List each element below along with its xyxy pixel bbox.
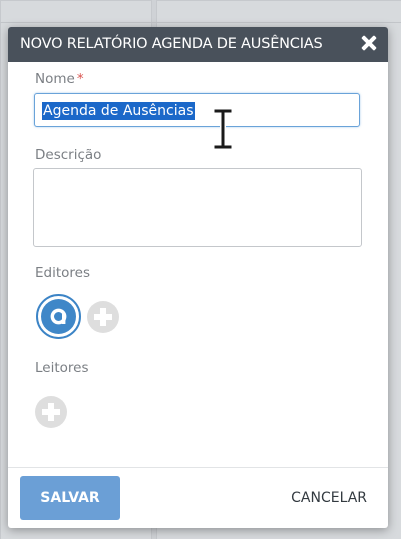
text-cursor-icon xyxy=(213,109,233,149)
editors-label: Editores xyxy=(35,265,90,281)
readers-label: Leitores xyxy=(35,360,89,376)
add-reader-button[interactable] xyxy=(35,396,67,428)
dialog-header: NOVO RELATÓRIO AGENDA DE AUSÊNCIAS xyxy=(8,27,388,62)
save-button[interactable]: SALVAR xyxy=(20,476,120,520)
new-report-dialog: NOVO RELATÓRIO AGENDA DE AUSÊNCIAS Nome *… xyxy=(8,27,388,528)
avatar-badge xyxy=(41,299,76,334)
close-icon[interactable] xyxy=(360,34,378,52)
editor-avatar[interactable] xyxy=(36,294,81,339)
background-divider xyxy=(0,22,401,23)
description-label: Descrição xyxy=(35,147,102,163)
user-avatar-icon xyxy=(50,308,67,325)
add-editor-button[interactable] xyxy=(87,301,119,333)
description-textarea[interactable] xyxy=(33,168,362,247)
footer-divider xyxy=(8,467,388,468)
name-input[interactable]: Agenda de Ausências xyxy=(34,93,360,127)
required-marker: * xyxy=(76,71,84,87)
name-label-row: Nome * xyxy=(35,71,84,87)
name-input-value: Agenda de Ausências xyxy=(42,102,195,120)
name-label: Nome xyxy=(35,71,75,87)
dialog-title: NOVO RELATÓRIO AGENDA DE AUSÊNCIAS xyxy=(20,36,323,52)
cancel-button[interactable]: CANCELAR xyxy=(291,476,367,520)
